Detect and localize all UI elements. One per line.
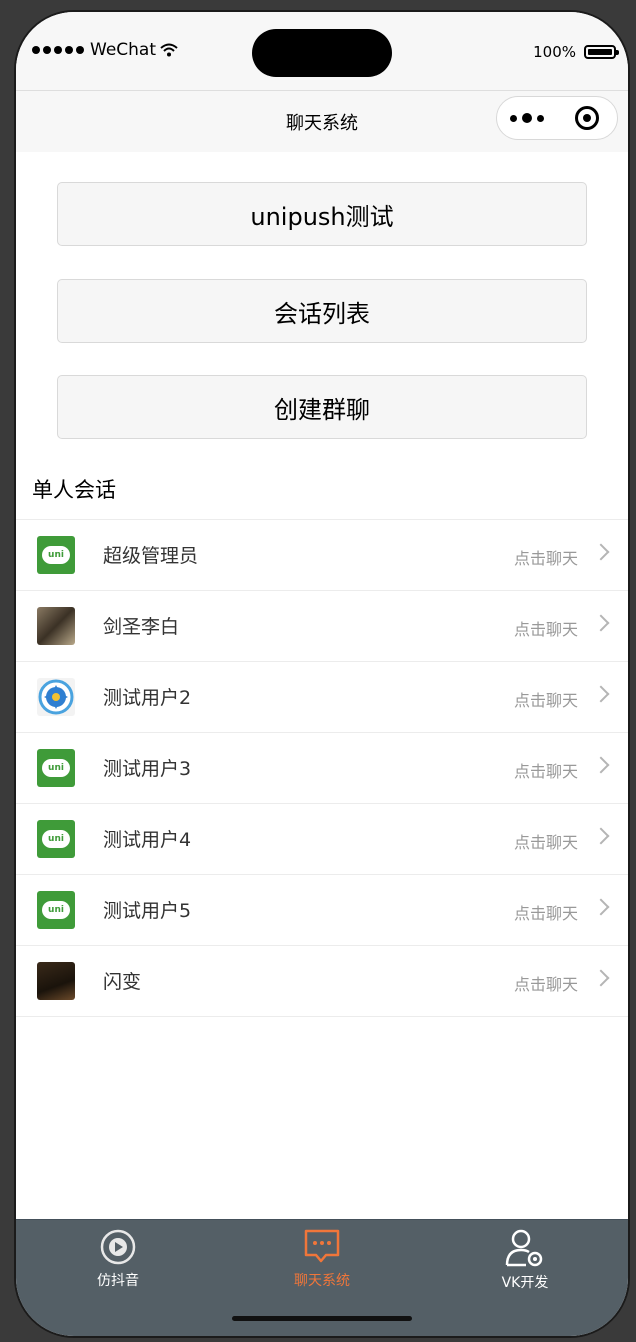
contact-name: 剑圣李白: [103, 616, 180, 638]
miniprogram-capsule: [496, 96, 618, 140]
list-item[interactable]: uni 测试用户4 点击聊天: [16, 804, 628, 875]
chevron-right-icon: [592, 614, 610, 632]
chevron-right-icon: [592, 898, 610, 916]
more-dot-icon: [537, 114, 544, 122]
more-dot-icon: [510, 114, 517, 122]
create-group-chat-button[interactable]: 创建群聊: [57, 375, 587, 439]
signal-dots-icon: [32, 46, 84, 54]
battery-percent: 100%: [533, 43, 576, 61]
list-item[interactable]: uni 超级管理员 点击聊天: [16, 520, 628, 591]
navigation-bar: 聊天系统: [16, 90, 628, 152]
chat-hint: 点击聊天: [513, 620, 578, 639]
uni-logo-icon: uni: [42, 901, 70, 919]
chat-hint: 点击聊天: [513, 549, 578, 568]
chevron-right-icon: [592, 756, 610, 774]
chevron-right-icon: [592, 543, 610, 561]
conversation-list-button[interactable]: 会话列表: [57, 279, 587, 343]
carrier-name: WeChat: [90, 40, 156, 60]
chat-hint: 点击聊天: [513, 691, 578, 710]
uni-logo-icon: uni: [42, 830, 70, 848]
uni-logo-icon: uni: [42, 546, 70, 564]
chevron-right-icon: [592, 969, 610, 987]
list-item[interactable]: 剑圣李白 点击聊天: [16, 591, 628, 662]
chevron-right-icon: [592, 827, 610, 845]
carrier-info: WeChat: [32, 40, 178, 60]
chat-hint: 点击聊天: [513, 904, 578, 923]
contact-name: 测试用户3: [103, 758, 192, 780]
gear-badge-icon: [38, 679, 74, 715]
dynamic-island: [252, 29, 392, 77]
avatar: [37, 678, 75, 716]
status-bar: WeChat 100%: [16, 12, 628, 90]
device-frame: WeChat 100% 聊天系统 unipush测试 会话列表 创建群聊 单人会…: [0, 0, 636, 1342]
list-item[interactable]: 测试用户2 点击聊天: [16, 662, 628, 733]
contact-name: 闪变: [103, 971, 142, 993]
avatar: uni: [37, 536, 75, 574]
avatar: [37, 607, 75, 645]
close-miniprogram-button[interactable]: [557, 97, 617, 139]
unipush-test-button[interactable]: unipush测试: [57, 182, 587, 246]
chat-hint: 点击聊天: [513, 833, 578, 852]
avatar: uni: [37, 891, 75, 929]
chevron-right-icon: [592, 685, 610, 703]
section-title: 单人会话: [32, 478, 116, 502]
avatar: uni: [37, 820, 75, 858]
more-menu-button[interactable]: [497, 97, 557, 139]
tab-douyin[interactable]: 仿抖音: [43, 1228, 193, 1290]
chat-bubble-icon: [304, 1229, 340, 1263]
tab-label: 仿抖音: [97, 1273, 139, 1289]
tab-chat-system[interactable]: 聊天系统: [247, 1228, 397, 1290]
avatar: uni: [37, 749, 75, 787]
tab-label: VK开发: [501, 1275, 549, 1291]
phone-screen: WeChat 100% 聊天系统 unipush测试 会话列表 创建群聊 单人会…: [16, 12, 628, 1336]
home-indicator: [232, 1316, 412, 1321]
list-item[interactable]: uni 测试用户3 点击聊天: [16, 733, 628, 804]
uni-logo-icon: uni: [42, 759, 70, 777]
contact-name: 测试用户2: [103, 687, 192, 709]
battery-icon: [584, 45, 619, 59]
tab-label: 聊天系统: [294, 1273, 350, 1289]
contact-name: 测试用户4: [103, 829, 192, 851]
list-item[interactable]: 闪变 点击聊天: [16, 946, 628, 1017]
chat-hint: 点击聊天: [513, 975, 578, 994]
more-dot-icon: [522, 113, 532, 123]
wifi-icon: [160, 43, 178, 57]
contact-name: 超级管理员: [103, 545, 199, 567]
tab-vk-dev[interactable]: VK开发: [450, 1228, 600, 1292]
chat-hint: 点击聊天: [513, 762, 578, 781]
target-circle-icon: [575, 106, 599, 130]
contact-name: 测试用户5: [103, 900, 192, 922]
avatar: [37, 962, 75, 1000]
play-circle-icon: [100, 1229, 136, 1265]
contact-list: uni 超级管理员 点击聊天 剑圣李白 点击聊天 测试用户2 点击聊天 uni …: [16, 519, 628, 1017]
list-item[interactable]: uni 测试用户5 点击聊天: [16, 875, 628, 946]
user-gear-icon: [505, 1229, 543, 1267]
battery-status: 100%: [533, 43, 619, 61]
